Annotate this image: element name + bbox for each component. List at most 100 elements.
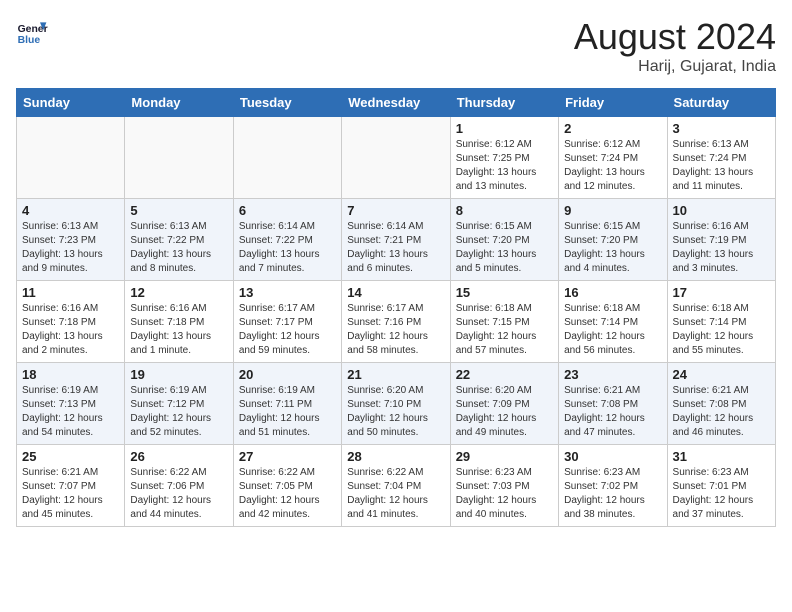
day-info: Sunrise: 6:22 AMSunset: 7:04 PMDaylight:…	[347, 466, 444, 522]
day-info: Sunrise: 6:20 AMSunset: 7:10 PMDaylight:…	[347, 384, 444, 440]
day-number: 30	[564, 449, 661, 464]
table-row: 11 Sunrise: 6:16 AMSunset: 7:18 PMDayligh…	[17, 281, 125, 363]
day-info: Sunrise: 6:21 AMSunset: 7:07 PMDaylight:…	[22, 466, 119, 522]
day-number: 26	[130, 449, 227, 464]
day-number: 3	[673, 121, 770, 136]
day-number: 1	[456, 121, 553, 136]
svg-text:Blue: Blue	[18, 35, 41, 46]
header-thursday: Thursday	[450, 89, 558, 117]
day-info: Sunrise: 6:15 AMSunset: 7:20 PMDaylight:…	[564, 220, 661, 276]
header-saturday: Saturday	[667, 89, 775, 117]
day-info: Sunrise: 6:13 AMSunset: 7:24 PMDaylight:…	[673, 138, 770, 194]
table-row: 2 Sunrise: 6:12 AMSunset: 7:24 PMDaylight…	[559, 117, 667, 199]
day-info: Sunrise: 6:21 AMSunset: 7:08 PMDaylight:…	[673, 384, 770, 440]
table-row	[342, 117, 450, 199]
day-number: 31	[673, 449, 770, 464]
day-info: Sunrise: 6:12 AMSunset: 7:24 PMDaylight:…	[564, 138, 661, 194]
day-number: 2	[564, 121, 661, 136]
table-row	[125, 117, 233, 199]
logo-icon: General Blue	[16, 16, 48, 48]
table-row: 3 Sunrise: 6:13 AMSunset: 7:24 PMDaylight…	[667, 117, 775, 199]
table-row: 13Sunrise: 6:17 AMSunset: 7:17 PMDayligh…	[233, 281, 341, 363]
day-info: Sunrise: 6:14 AMSunset: 7:21 PMDaylight:…	[347, 220, 444, 276]
day-info: Sunrise: 6:22 AMSunset: 7:05 PMDaylight:…	[239, 466, 336, 522]
page-header: General Blue August 2024 Harij, Gujarat,…	[16, 16, 776, 76]
day-number: 8	[456, 203, 553, 218]
calendar-week-row: 4 Sunrise: 6:13 AMSunset: 7:23 PMDaylight…	[17, 199, 776, 281]
day-number: 16	[564, 285, 661, 300]
day-number: 9	[564, 203, 661, 218]
table-row: 20 Sunrise: 6:19 AMSunset: 7:11 PMDayligh…	[233, 363, 341, 445]
day-number: 27	[239, 449, 336, 464]
table-row: 31Sunrise: 6:23 AMSunset: 7:01 PMDayligh…	[667, 445, 775, 527]
table-row: 23 Sunrise: 6:21 AMSunset: 7:08 PMDayligh…	[559, 363, 667, 445]
table-row: 30 Sunrise: 6:23 AMSunset: 7:02 PMDayligh…	[559, 445, 667, 527]
calendar-week-row: 25 Sunrise: 6:21 AMSunset: 7:07 PMDayligh…	[17, 445, 776, 527]
month-year-title: August 2024	[574, 16, 776, 58]
table-row: 4 Sunrise: 6:13 AMSunset: 7:23 PMDaylight…	[17, 199, 125, 281]
table-row: 7 Sunrise: 6:14 AMSunset: 7:21 PMDaylight…	[342, 199, 450, 281]
day-info: Sunrise: 6:16 AMSunset: 7:18 PMDaylight:…	[130, 302, 227, 358]
day-number: 24	[673, 367, 770, 382]
title-block: August 2024 Harij, Gujarat, India	[574, 16, 776, 76]
table-row: 17Sunrise: 6:18 AMSunset: 7:14 PMDayligh…	[667, 281, 775, 363]
table-row: 16 Sunrise: 6:18 AMSunset: 7:14 PMDayligh…	[559, 281, 667, 363]
day-number: 7	[347, 203, 444, 218]
header-monday: Monday	[125, 89, 233, 117]
calendar-week-row: 1 Sunrise: 6:12 AMSunset: 7:25 PMDaylight…	[17, 117, 776, 199]
day-number: 6	[239, 203, 336, 218]
day-info: Sunrise: 6:13 AMSunset: 7:22 PMDaylight:…	[130, 220, 227, 276]
logo: General Blue	[16, 16, 48, 48]
day-number: 11	[22, 285, 119, 300]
day-number: 18	[22, 367, 119, 382]
day-info: Sunrise: 6:20 AMSunset: 7:09 PMDaylight:…	[456, 384, 553, 440]
header-friday: Friday	[559, 89, 667, 117]
table-row: 19Sunrise: 6:19 AMSunset: 7:12 PMDayligh…	[125, 363, 233, 445]
day-number: 14	[347, 285, 444, 300]
table-row: 15Sunrise: 6:18 AMSunset: 7:15 PMDayligh…	[450, 281, 558, 363]
day-info: Sunrise: 6:22 AMSunset: 7:06 PMDaylight:…	[130, 466, 227, 522]
day-number: 21	[347, 367, 444, 382]
day-number: 28	[347, 449, 444, 464]
day-info: Sunrise: 6:18 AMSunset: 7:14 PMDaylight:…	[673, 302, 770, 358]
day-info: Sunrise: 6:18 AMSunset: 7:15 PMDaylight:…	[456, 302, 553, 358]
calendar-week-row: 11 Sunrise: 6:16 AMSunset: 7:18 PMDayligh…	[17, 281, 776, 363]
day-number: 20	[239, 367, 336, 382]
table-row: 8 Sunrise: 6:15 AMSunset: 7:20 PMDaylight…	[450, 199, 558, 281]
table-row: 25 Sunrise: 6:21 AMSunset: 7:07 PMDayligh…	[17, 445, 125, 527]
day-info: Sunrise: 6:12 AMSunset: 7:25 PMDaylight:…	[456, 138, 553, 194]
header-wednesday: Wednesday	[342, 89, 450, 117]
day-number: 10	[673, 203, 770, 218]
calendar-week-row: 18 Sunrise: 6:19 AMSunset: 7:13 PMDayligh…	[17, 363, 776, 445]
header-tuesday: Tuesday	[233, 89, 341, 117]
table-row: 12Sunrise: 6:16 AMSunset: 7:18 PMDayligh…	[125, 281, 233, 363]
day-info: Sunrise: 6:23 AMSunset: 7:03 PMDaylight:…	[456, 466, 553, 522]
day-number: 13	[239, 285, 336, 300]
table-row: 1 Sunrise: 6:12 AMSunset: 7:25 PMDaylight…	[450, 117, 558, 199]
day-info: Sunrise: 6:19 AMSunset: 7:11 PMDaylight:…	[239, 384, 336, 440]
table-row: 27 Sunrise: 6:22 AMSunset: 7:05 PMDayligh…	[233, 445, 341, 527]
table-row	[17, 117, 125, 199]
table-row: 18 Sunrise: 6:19 AMSunset: 7:13 PMDayligh…	[17, 363, 125, 445]
day-number: 23	[564, 367, 661, 382]
day-info: Sunrise: 6:23 AMSunset: 7:02 PMDaylight:…	[564, 466, 661, 522]
day-number: 25	[22, 449, 119, 464]
day-info: Sunrise: 6:15 AMSunset: 7:20 PMDaylight:…	[456, 220, 553, 276]
day-info: Sunrise: 6:16 AMSunset: 7:18 PMDaylight:…	[22, 302, 119, 358]
table-row	[233, 117, 341, 199]
day-info: Sunrise: 6:18 AMSunset: 7:14 PMDaylight:…	[564, 302, 661, 358]
table-row: 9 Sunrise: 6:15 AMSunset: 7:20 PMDaylight…	[559, 199, 667, 281]
day-info: Sunrise: 6:19 AMSunset: 7:13 PMDaylight:…	[22, 384, 119, 440]
day-info: Sunrise: 6:19 AMSunset: 7:12 PMDaylight:…	[130, 384, 227, 440]
table-row: 6Sunrise: 6:14 AMSunset: 7:22 PMDaylight…	[233, 199, 341, 281]
day-number: 4	[22, 203, 119, 218]
table-row: 14Sunrise: 6:17 AMSunset: 7:16 PMDayligh…	[342, 281, 450, 363]
table-row: 5 Sunrise: 6:13 AMSunset: 7:22 PMDaylight…	[125, 199, 233, 281]
table-row: 22 Sunrise: 6:20 AMSunset: 7:09 PMDayligh…	[450, 363, 558, 445]
header-sunday: Sunday	[17, 89, 125, 117]
day-number: 22	[456, 367, 553, 382]
day-info: Sunrise: 6:21 AMSunset: 7:08 PMDaylight:…	[564, 384, 661, 440]
day-number: 5	[130, 203, 227, 218]
day-info: Sunrise: 6:13 AMSunset: 7:23 PMDaylight:…	[22, 220, 119, 276]
day-info: Sunrise: 6:16 AMSunset: 7:19 PMDaylight:…	[673, 220, 770, 276]
